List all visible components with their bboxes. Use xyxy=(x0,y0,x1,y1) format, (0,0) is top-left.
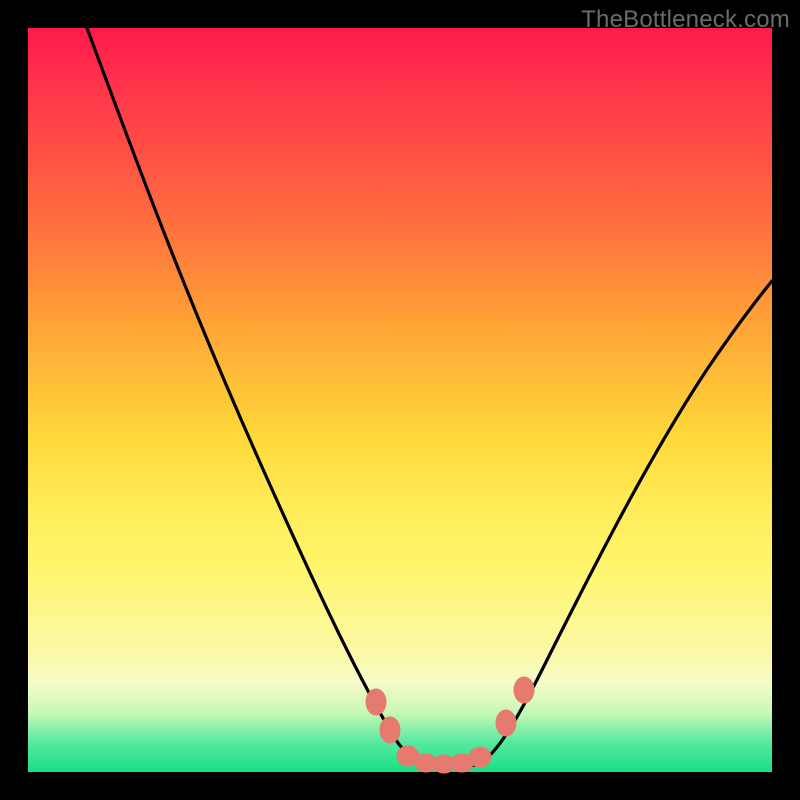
outer-frame: TheBottleneck.com xyxy=(0,0,800,800)
marker-dot xyxy=(469,747,491,767)
marker-dot xyxy=(380,717,400,743)
marker-dot xyxy=(496,710,516,736)
marker-dot xyxy=(514,677,534,703)
chart-svg xyxy=(28,28,772,772)
watermark-text: TheBottleneck.com xyxy=(581,6,790,34)
markers-group xyxy=(366,677,534,773)
marker-dot xyxy=(366,689,386,715)
curve-left xyxy=(87,28,423,765)
plot-area xyxy=(28,28,772,772)
